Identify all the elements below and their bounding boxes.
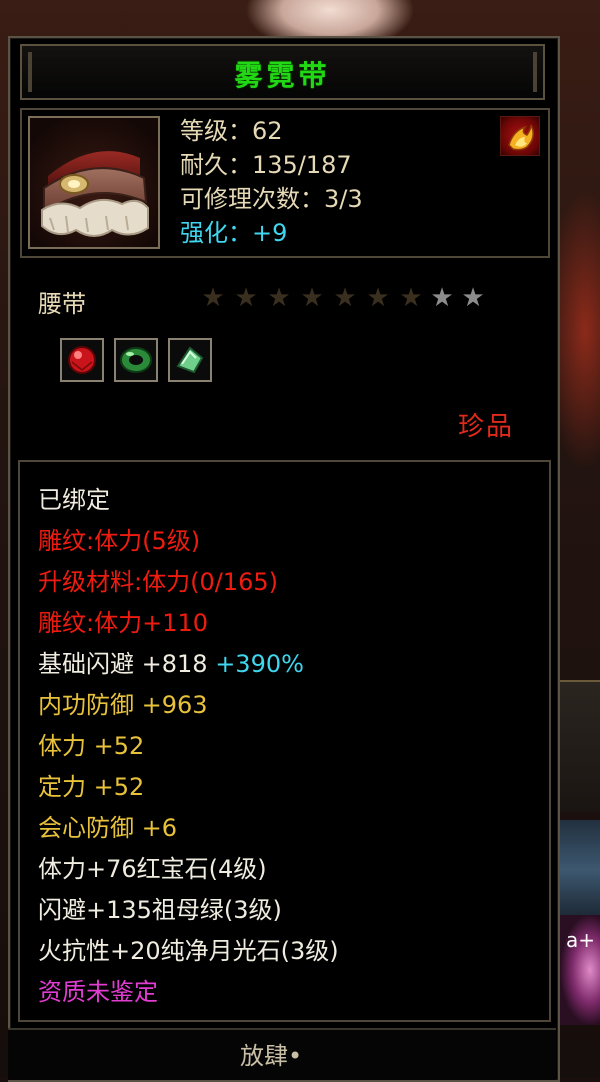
dodge-label: 基础闪避 +818 [38, 650, 208, 678]
star-icon: ★ [201, 283, 225, 313]
star-icon: ★ [333, 283, 357, 313]
dodge-attr: 基础闪避 +818 +390% [38, 649, 304, 679]
fur-belt-icon [28, 116, 160, 249]
bound-status: 已绑定 [38, 486, 110, 514]
stamina-attr: 体力 +52 [38, 732, 145, 760]
star-icon: ★ [267, 283, 291, 313]
gem-bonus-2: 闪避+135祖母绿(3级) [38, 896, 282, 924]
item-enhance-level: 强化：+9 [180, 219, 288, 247]
focus-attr: 定力 +52 [38, 773, 145, 801]
dodge-percent: +390% [215, 650, 304, 678]
item-type: 腰带 [38, 290, 86, 318]
ruby-gem-icon[interactable] [60, 338, 104, 382]
star-icon: ★ [300, 283, 324, 313]
background-character-armor [560, 820, 600, 920]
item-repair-count: 可修理次数：3/3 [180, 185, 363, 213]
crit-defense-attr: 会心防御 +6 [38, 814, 178, 842]
item-title-bar: 雾霓带 [20, 44, 545, 100]
star-icon: ★ [234, 283, 258, 313]
flame-badge-icon [500, 116, 540, 156]
inner-defense-attr: 内功防御 +963 [38, 691, 208, 719]
background-side-panel [558, 680, 600, 812]
item-name: 雾霓带 [234, 59, 331, 92]
aptitude-status: 资质未鉴定 [38, 978, 158, 1006]
item-quality: 珍品 [458, 412, 515, 442]
star-icon: ★ [430, 283, 454, 313]
gem-bonus-3: 火抗性+20纯净月光石(3级) [38, 937, 339, 965]
star-icon: ★ [366, 283, 390, 313]
background-side-label: a+ [566, 928, 596, 952]
emerald-ring-gem-icon[interactable] [114, 338, 158, 382]
footer-text: 放肆• [240, 1042, 303, 1070]
item-durability: 耐久：135/187 [180, 151, 352, 179]
item-level: 等级：62 [180, 117, 283, 145]
upgrade-material: 升级材料:体力(0/165) [38, 568, 278, 596]
engrave-bonus: 雕纹:体力+110 [38, 609, 209, 637]
star-icon: ★ [399, 283, 423, 313]
star-icon: ★ [461, 283, 485, 313]
engrave-attr: 雕纹:体力(5级) [38, 527, 201, 555]
gem-bonus-1: 体力+76红宝石(4级) [38, 855, 267, 883]
moonstone-gem-icon[interactable] [168, 338, 212, 382]
